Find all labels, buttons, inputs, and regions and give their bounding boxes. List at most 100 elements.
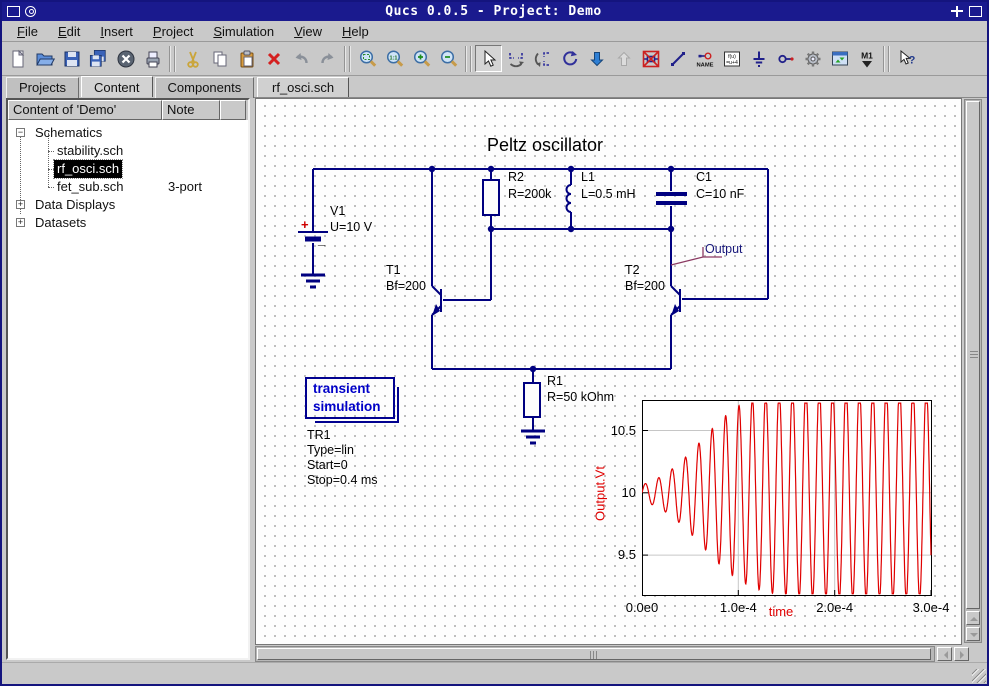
undo-button[interactable] <box>287 45 314 72</box>
tree-item-label: rf_osci.sch <box>54 160 122 178</box>
t1-value[interactable]: Bf=200 <box>386 279 426 293</box>
menu-view[interactable]: View <box>285 22 331 41</box>
vertical-scrollbar-thumb[interactable] <box>966 101 980 609</box>
menu-project[interactable]: Project <box>144 22 202 41</box>
menu-insert[interactable]: Insert <box>91 22 142 41</box>
r1-value[interactable]: R=50 kOhm <box>547 390 614 404</box>
insert-ground-button[interactable] <box>745 45 772 72</box>
close-document-button[interactable] <box>112 45 139 72</box>
t2-ref[interactable]: T2 <box>625 263 640 277</box>
sidebar-tab-projects[interactable]: Projects <box>6 77 79 98</box>
vertical-scrollbar[interactable] <box>964 99 982 643</box>
zoom-in-button[interactable] <box>408 45 435 72</box>
r2-value[interactable]: R=200k <box>508 187 551 201</box>
tree-header-note[interactable]: Note <box>162 100 220 120</box>
mirror-x-axis-button[interactable] <box>529 45 556 72</box>
sticky-pin-icon[interactable] <box>25 6 36 17</box>
output-node-label[interactable]: Output <box>705 242 743 256</box>
simulate-button[interactable] <box>799 45 826 72</box>
sidebar-tab-components[interactable]: Components <box>155 77 255 98</box>
insert-port-button[interactable] <box>772 45 799 72</box>
deactivate-button[interactable] <box>637 45 664 72</box>
insert-wire-button[interactable] <box>664 45 691 72</box>
t1-ref[interactable]: T1 <box>386 263 401 277</box>
save-all-documents-button[interactable] <box>85 45 112 72</box>
zoom-fit-button[interactable] <box>354 45 381 72</box>
l1-value[interactable]: L=0.5 mH <box>581 187 636 201</box>
tree-header-spacer[interactable] <box>220 100 246 120</box>
scroll-left-button[interactable] <box>937 647 952 661</box>
schematic-canvas[interactable]: Peltz oscillator V1 U=10 V + _ R2 R=200k… <box>255 98 962 645</box>
expand-icon[interactable]: + <box>16 218 25 227</box>
print-document-button[interactable] <box>139 45 166 72</box>
menu-edit[interactable]: Edit <box>49 22 89 41</box>
paste-button[interactable] <box>233 45 260 72</box>
open-document-button[interactable] <box>31 45 58 72</box>
last-simulation-messages-button[interactable]: M1 <box>853 45 880 72</box>
new-document-button[interactable] <box>4 45 31 72</box>
tree-item-stability-sch[interactable]: stability.sch <box>8 142 248 160</box>
zoom-in-icon <box>412 49 432 69</box>
tree-item-fet-sub-sch[interactable]: fet_sub.sch3-port <box>8 178 248 196</box>
c1-ref[interactable]: C1 <box>696 170 712 184</box>
zoom-fit-icon <box>358 49 378 69</box>
tree-item-data-displays[interactable]: +Data Displays <box>8 196 248 214</box>
r1-ref[interactable]: R1 <box>547 374 563 388</box>
menu-file[interactable]: File <box>8 22 47 41</box>
delete-button[interactable] <box>260 45 287 72</box>
document-tab-rf-osci[interactable]: rf_osci.sch <box>257 77 349 98</box>
menu-simulation[interactable]: Simulation <box>204 22 283 41</box>
sidebar-tab-content[interactable]: Content <box>81 76 153 97</box>
resize-grip[interactable] <box>972 669 986 683</box>
horizontal-scrollbar[interactable] <box>255 646 935 662</box>
waveform-plot[interactable] <box>642 400 932 596</box>
insert-label-button[interactable]: NAME <box>691 45 718 72</box>
menu-help[interactable]: Help <box>333 22 378 41</box>
zoom-out-button[interactable] <box>435 45 462 72</box>
expand-icon[interactable]: + <box>16 200 25 209</box>
tree-item-rf-osci-sch[interactable]: rf_osci.sch <box>8 160 248 178</box>
copy-button[interactable] <box>206 45 233 72</box>
maximize-icon[interactable] <box>969 6 982 17</box>
scroll-down-button[interactable] <box>966 627 980 641</box>
redo-button[interactable] <box>314 45 341 72</box>
tree-item-datasets[interactable]: +Datasets <box>8 214 248 232</box>
tr1-properties[interactable]: TR1 Type=lin Start=0 Stop=0.4 ms <box>307 428 378 488</box>
whats-this-help-button[interactable]: ? <box>893 45 920 72</box>
pop-out-button[interactable] <box>610 45 637 72</box>
transient-simulation-component[interactable]: transient simulation <box>305 377 395 419</box>
v1-ref[interactable]: V1 <box>330 204 345 218</box>
save-document-icon <box>62 49 82 69</box>
tree-item-label: stability.sch <box>54 142 126 160</box>
window-menu-icon[interactable] <box>7 6 20 17</box>
svg-text:1:1: 1:1 <box>389 55 397 61</box>
zoom-1-1-button[interactable]: 1:1 <box>381 45 408 72</box>
save-document-button[interactable] <box>58 45 85 72</box>
select-button[interactable] <box>475 45 502 72</box>
t2-value[interactable]: Bf=200 <box>625 279 665 293</box>
mirror-y-axis-button[interactable] <box>502 45 529 72</box>
view-data-display-button[interactable] <box>826 45 853 72</box>
title-bar[interactable]: Qucs 0.0.5 - Project: Demo <box>2 2 987 21</box>
r2-ref[interactable]: R2 <box>508 170 524 184</box>
toolbar-separator <box>169 46 176 72</box>
cut-button[interactable] <box>179 45 206 72</box>
c1-value[interactable]: C=10 nF <box>696 187 744 201</box>
scroll-right-button[interactable] <box>954 647 969 661</box>
insert-equation-button[interactable]: f(u)=u+4 <box>718 45 745 72</box>
schematic-title[interactable]: Peltz oscillator <box>487 135 603 156</box>
tree-item-schematics[interactable]: −Schematics <box>8 124 248 142</box>
pop-out-icon <box>614 49 634 69</box>
view-data-display-icon <box>830 49 850 69</box>
v1-value[interactable]: U=10 V <box>330 220 372 234</box>
close-document-icon <box>116 49 136 69</box>
minimize-icon[interactable] <box>951 6 964 17</box>
rotate-button[interactable] <box>556 45 583 72</box>
plot-y-axis-label: Output.Vt <box>593 434 608 554</box>
tree-header-content-of-demo-[interactable]: Content of 'Demo' <box>8 100 162 120</box>
push-into-subcircuit-button[interactable] <box>583 45 610 72</box>
l1-ref[interactable]: L1 <box>581 170 595 184</box>
collapse-icon[interactable]: − <box>16 128 25 137</box>
scroll-up-button[interactable] <box>966 611 980 625</box>
horizontal-scrollbar-thumb[interactable] <box>257 648 931 660</box>
